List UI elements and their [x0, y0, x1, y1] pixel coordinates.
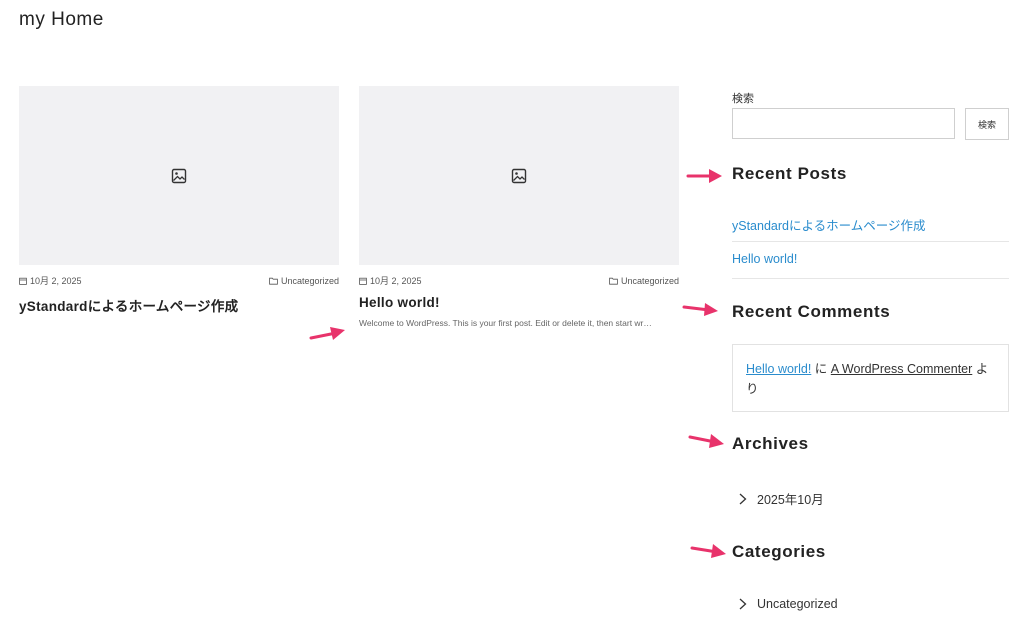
post-meta: 10月 2, 2025 Uncategorized: [359, 274, 679, 287]
archive-item[interactable]: 2025年10月: [737, 489, 824, 508]
comment-author-link[interactable]: A WordPress Commenter: [831, 362, 972, 376]
comment-post-link[interactable]: Hello world!: [746, 362, 811, 376]
post-excerpt: Welcome to WordPress. This is your first…: [359, 318, 652, 328]
annotation-arrow-icon: [686, 169, 722, 183]
comment-connector: に: [814, 362, 828, 376]
chevron-right-icon: [739, 598, 747, 610]
search-input[interactable]: [732, 108, 955, 139]
recent-comments-heading: Recent Comments: [732, 302, 891, 321]
annotation-arrow-icon: [690, 544, 726, 558]
recent-posts-heading: Recent Posts: [732, 164, 847, 183]
post-title[interactable]: Hello world!: [359, 295, 679, 310]
archives-heading: Archives: [732, 434, 809, 453]
divider: [732, 241, 1009, 242]
post-category[interactable]: Uncategorized: [269, 276, 339, 286]
calendar-icon: [19, 277, 27, 285]
chevron-right-icon: [739, 493, 747, 504]
annotation-arrow-icon: [682, 303, 718, 316]
post-date: 10月 2, 2025: [19, 274, 82, 287]
post-category-text: Uncategorized: [280, 275, 339, 286]
post-thumbnail[interactable]: [359, 86, 679, 265]
folder-icon: [269, 277, 278, 285]
post-title[interactable]: yStandardによるホームページ作成: [19, 295, 339, 315]
post-meta: 10月 2, 2025 Uncategorized: [19, 274, 339, 287]
divider: [732, 278, 1009, 279]
image-placeholder-icon: [171, 168, 187, 183]
categories-heading: Categories: [732, 542, 826, 561]
post-card: 10月 2, 2025 Uncategorized Hello world! W…: [359, 86, 679, 329]
folder-icon: [609, 277, 618, 285]
annotation-arrow-icon: [688, 434, 724, 448]
site-title[interactable]: my Home: [19, 9, 104, 31]
post-thumbnail[interactable]: [19, 86, 339, 265]
recent-post-link[interactable]: Hello world!: [732, 252, 1009, 266]
recent-post-link[interactable]: yStandardによるホームページ作成: [732, 215, 1009, 234]
image-placeholder-icon: [511, 168, 527, 183]
post-category[interactable]: Uncategorized: [609, 276, 679, 286]
post-date-text: 10月 2, 2025: [30, 276, 82, 286]
recent-comment: Hello world! に A WordPress Commenter より: [732, 344, 1009, 412]
category-item-label: Uncategorized: [757, 597, 838, 611]
post-card: 10月 2, 2025 Uncategorized yStandardによるホー…: [19, 86, 339, 315]
post-category-text: Uncategorized: [620, 275, 679, 286]
post-date-text: 10月 2, 2025: [370, 276, 422, 286]
search-button[interactable]: 検索: [965, 108, 1009, 140]
post-date: 10月 2, 2025: [359, 274, 422, 287]
annotation-arrow-icon: [309, 327, 345, 340]
archive-item-label: 2025年10月: [757, 493, 824, 507]
calendar-icon: [359, 277, 367, 285]
category-item[interactable]: Uncategorized: [737, 597, 838, 611]
search-label: 検索: [732, 93, 754, 105]
